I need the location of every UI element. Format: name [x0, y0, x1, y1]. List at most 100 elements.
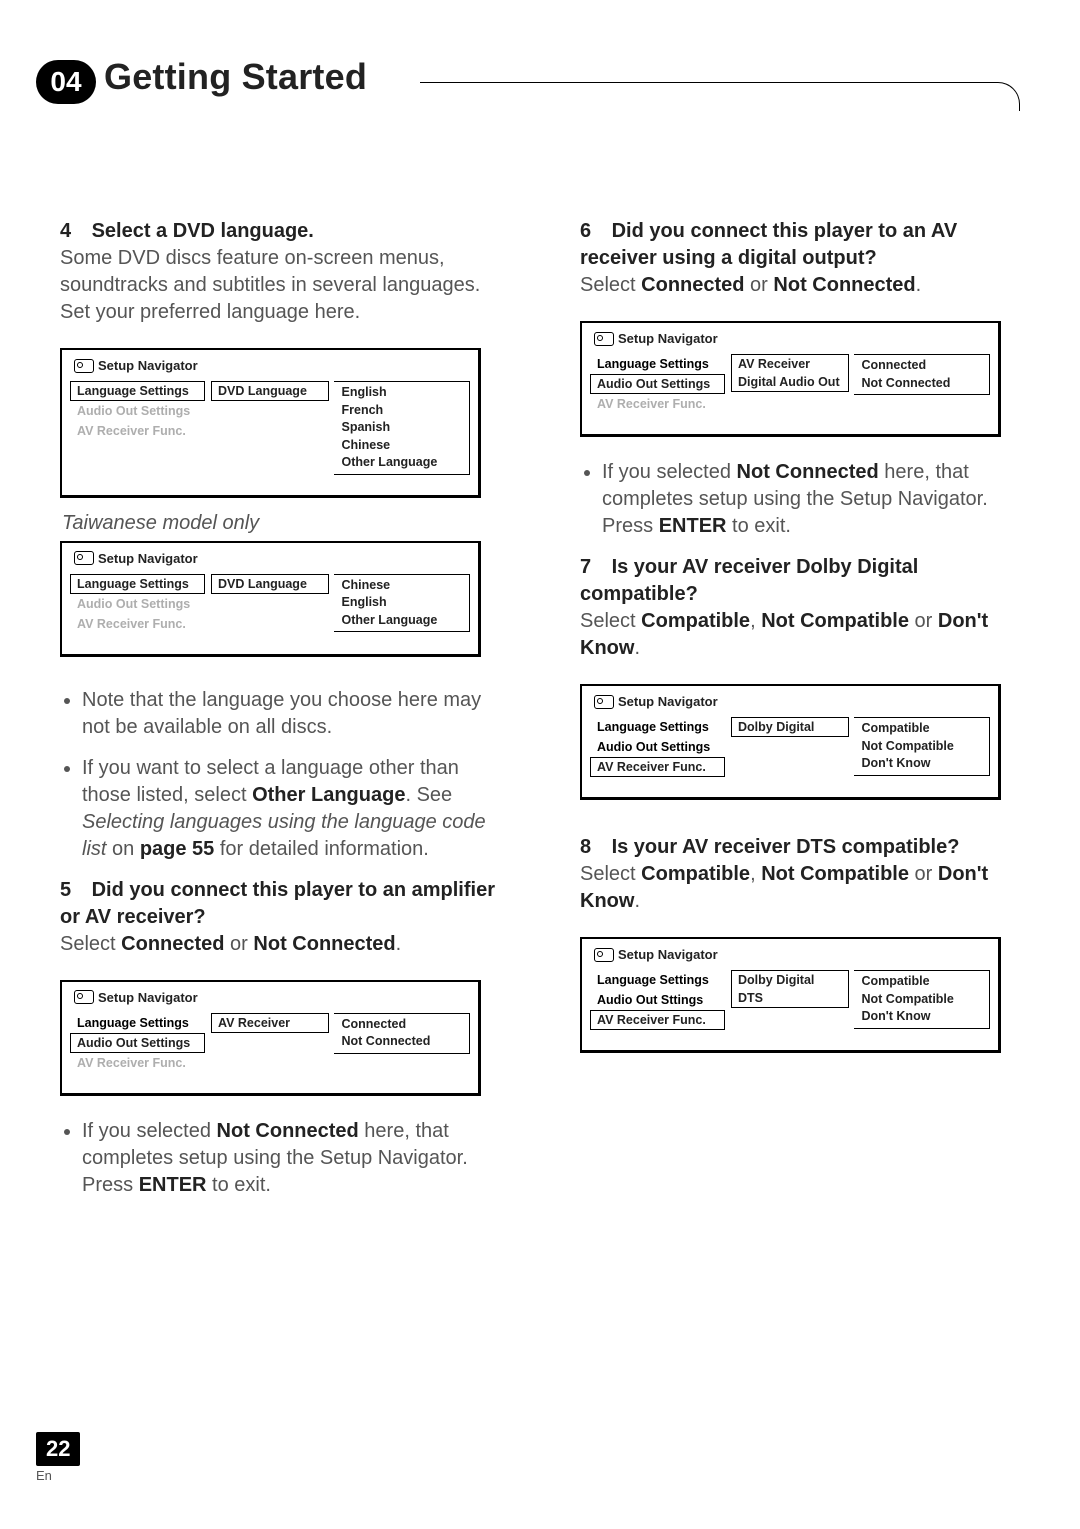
setup-selection: Dolby Digital: [731, 717, 849, 777]
setup-options: English French Spanish Chinese Other Lan…: [335, 381, 470, 475]
setup-navigator-label: Setup Navigator: [618, 947, 718, 962]
category-item: Language Settings: [590, 717, 725, 737]
setup-navigator-label: Setup Navigator: [98, 358, 198, 373]
step-title: Is your AV receiver Dolby Digital compat…: [580, 556, 918, 605]
page-lang: En: [36, 1468, 80, 1483]
step-8-heading: 8 Is your AV receiver DTS compatible?: [580, 834, 1020, 861]
setup-navigator-title: Setup Navigator: [74, 358, 470, 373]
setup-navigator-title: Setup Navigator: [74, 990, 470, 1005]
options-list: Connected Not Connected: [854, 354, 991, 395]
page-number: 22: [36, 1432, 80, 1466]
page-header: 04 Getting Started: [60, 56, 1020, 98]
note-item: Note that the language you choose here m…: [82, 687, 500, 741]
category-item: Audio Out Settings: [70, 594, 205, 614]
setup-body: Language Settings Audio Out Settings AV …: [70, 574, 470, 634]
step-6-notes: If you selected Not Connected here, that…: [580, 459, 1020, 540]
setup-navigator-label: Setup Navigator: [98, 990, 198, 1005]
category-item: Language Settings: [70, 1013, 205, 1033]
setup-body: Language Settings Audio Out Settings AV …: [590, 717, 990, 777]
option-item: French: [342, 402, 470, 420]
step-number: 6: [580, 218, 606, 245]
header-rule: [420, 82, 1020, 111]
option-item: English: [342, 594, 470, 612]
setup-navigator-title: Setup Navigator: [594, 694, 990, 709]
setup-navigator-title: Setup Navigator: [594, 331, 990, 346]
option-item: Not Connected: [862, 375, 990, 393]
setup-categories: Language Settings Audio Out Settings AV …: [590, 717, 725, 777]
step-6-heading: 6 Did you connect this player to an AV r…: [580, 218, 1020, 272]
taiwan-note: Taiwanese model only: [62, 512, 500, 535]
options-list: Compatible Not Compatible Don't Know: [854, 717, 991, 776]
category-item: Audio Out Settings: [590, 737, 725, 757]
setup-options: Chinese English Other Language: [335, 574, 470, 634]
step-title: Select a DVD language.: [92, 220, 314, 242]
setup-navigator-box: Setup Navigator Language Settings Audio …: [60, 348, 481, 498]
step-7-instr: Select Compatible, Not Compatible or Don…: [580, 608, 1020, 662]
chapter-number-badge: 04: [36, 60, 96, 104]
option-item: Not Compatible: [862, 738, 990, 756]
step-title: Did you connect this player to an AV rec…: [580, 220, 957, 269]
selection-item: AV Receiver: [731, 354, 849, 373]
options-list: Connected Not Connected: [334, 1013, 471, 1054]
category-item: AV Receiver Func.: [70, 421, 205, 441]
setup-categories: Language Settings Audio Out Settings AV …: [70, 574, 205, 634]
category-item: Language Settings: [70, 574, 205, 594]
remote-icon: [74, 990, 94, 1004]
setup-navigator-label: Setup Navigator: [618, 694, 718, 709]
option-item: Other Language: [342, 612, 470, 630]
remote-icon: [74, 359, 94, 373]
selection-item: Dolby Digital: [731, 970, 849, 989]
remote-icon: [594, 695, 614, 709]
setup-navigator-box: Setup Navigator Language Settings Audio …: [60, 541, 481, 657]
setup-selection: Dolby Digital DTS: [731, 970, 849, 1030]
category-item: Language Settings: [70, 381, 205, 401]
category-item: Audio Out Settings: [70, 401, 205, 421]
step-title: Did you connect this player to an amplif…: [60, 879, 495, 928]
options-list: Chinese English Other Language: [334, 574, 471, 633]
setup-body: Language Settings Audio Out Sttings AV R…: [590, 970, 990, 1030]
option-item: Don't Know: [862, 755, 990, 773]
setup-navigator-title: Setup Navigator: [594, 947, 990, 962]
setup-categories: Language Settings Audio Out Settings AV …: [70, 381, 205, 475]
step-number: 4: [60, 218, 86, 245]
option-item: Don't Know: [862, 1008, 990, 1026]
option-item: Chinese: [342, 577, 470, 595]
remote-icon: [594, 332, 614, 346]
setup-navigator-title: Setup Navigator: [74, 551, 470, 566]
option-item: Connected: [342, 1016, 470, 1034]
note-item: If you want to select a language other t…: [82, 755, 500, 863]
setup-selection: DVD Language: [211, 381, 329, 475]
category-item: Language Settings: [590, 970, 725, 990]
category-item: Audio Out Settings: [590, 374, 725, 394]
option-item: Other Language: [342, 454, 470, 472]
category-item: Audio Out Settings: [70, 1033, 205, 1053]
setup-body: Language Settings Audio Out Settings AV …: [70, 1013, 470, 1073]
remote-icon: [74, 551, 94, 565]
options-list: English French Spanish Chinese Other Lan…: [334, 381, 471, 475]
setup-selection: AV Receiver: [211, 1013, 329, 1073]
options-list: Compatible Not Compatible Don't Know: [854, 970, 991, 1029]
setup-navigator-box: Setup Navigator Language Settings Audio …: [60, 980, 481, 1096]
step-5-notes: If you selected Not Connected here, that…: [60, 1118, 500, 1199]
option-item: Not Connected: [342, 1033, 470, 1051]
setup-selection: DVD Language: [211, 574, 329, 634]
step-6-instr: Select Connected or Not Connected.: [580, 272, 1020, 299]
setup-options: Compatible Not Compatible Don't Know: [855, 717, 990, 777]
step-8-instr: Select Compatible, Not Compatible or Don…: [580, 861, 1020, 915]
step-number: 5: [60, 877, 86, 904]
selection-item: Dolby Digital: [731, 717, 849, 737]
option-item: Compatible: [862, 720, 990, 738]
category-item: AV Receiver Func.: [590, 394, 725, 414]
setup-navigator-box: Setup Navigator Language Settings Audio …: [580, 937, 1001, 1053]
step-7-heading: 7 Is your AV receiver Dolby Digital comp…: [580, 554, 1020, 608]
step-5-instr: Select Connected or Not Connected.: [60, 931, 500, 958]
setup-options: Compatible Not Compatible Don't Know: [855, 970, 990, 1030]
category-item: Language Settings: [590, 354, 725, 374]
category-item: AV Receiver Func.: [590, 1010, 725, 1030]
category-item: AV Receiver Func.: [70, 1053, 205, 1073]
category-item: Audio Out Sttings: [590, 990, 725, 1010]
setup-body: Language Settings Audio Out Settings AV …: [70, 381, 470, 475]
setup-categories: Language Settings Audio Out Sttings AV R…: [590, 970, 725, 1030]
option-item: Not Compatible: [862, 991, 990, 1009]
setup-body: Language Settings Audio Out Settings AV …: [590, 354, 990, 414]
